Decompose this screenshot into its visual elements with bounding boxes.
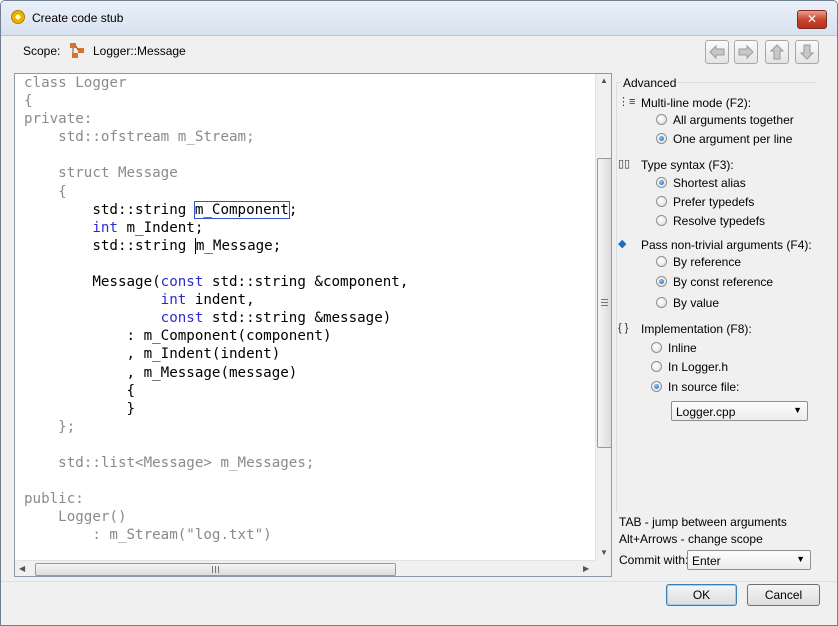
scope-bar: Scope: Logger::Message (1, 36, 837, 70)
radio-button[interactable] (656, 177, 667, 188)
commit-select[interactable]: Enter ▼ (687, 550, 811, 570)
app-gear-icon (11, 10, 25, 24)
code-line-ctor: Message(const std::string &component, (24, 274, 409, 291)
chevron-down-icon: ▼ (796, 554, 805, 564)
radio-button[interactable] (656, 133, 667, 144)
scope-up-button[interactable] (765, 40, 789, 64)
pass-arguments-label: Pass non-trivial arguments (F4): (641, 238, 812, 252)
radio-button[interactable] (656, 276, 667, 287)
scroll-left-arrow-icon[interactable]: ◀ (19, 564, 25, 573)
code-line: { (24, 93, 33, 110)
chevron-down-icon: ▼ (793, 405, 802, 415)
cancel-button[interactable]: Cancel (747, 584, 820, 606)
code-line: { (24, 382, 136, 399)
advanced-panel: Advanced ⋮≡ Multi-line mode (F2): All ar… (614, 73, 821, 575)
vertical-scrollbar[interactable]: ▲ ▼ (595, 74, 611, 560)
code-line: struct Message (24, 165, 178, 182)
braces-icon: { } (618, 322, 629, 334)
grip-icon (601, 299, 608, 306)
scrollbar-corner (595, 560, 611, 576)
radio-button[interactable] (651, 381, 662, 392)
code-line: { (24, 183, 67, 200)
code-line-message: std::string m_Message; (24, 237, 282, 254)
arrow-right-icon (738, 44, 754, 60)
radio-button[interactable] (656, 215, 667, 226)
scroll-right-arrow-icon[interactable]: ▶ (583, 564, 589, 573)
radio-button[interactable] (656, 256, 667, 267)
create-code-stub-dialog: Create code stub ✕ Scope: Logger::Messag… (0, 0, 838, 626)
footer-divider (1, 581, 837, 582)
scope-label: Scope: (23, 44, 61, 58)
code-line: , m_Message(message) (24, 364, 298, 381)
scope-left-button[interactable] (705, 40, 729, 64)
code-editor[interactable]: class Logger { private: std::ofstream m_… (14, 73, 612, 577)
code-line: } (24, 400, 136, 417)
hint-tab: TAB - jump between arguments (619, 515, 787, 529)
code-line: public: (24, 491, 84, 508)
code-line: : m_Component(component) (24, 328, 332, 345)
title-bar: Create code stub ✕ (1, 1, 837, 36)
source-file-select[interactable]: Logger.cpp ▼ (671, 401, 808, 421)
code-line: : m_Stream("log.txt") (24, 527, 272, 544)
arrow-up-icon (769, 44, 785, 60)
close-button[interactable]: ✕ (797, 10, 827, 29)
commit-label: Commit with: (619, 553, 689, 567)
code-line-ctor-arg2: int indent, (160, 292, 255, 309)
highlighted-argument[interactable]: m_Component (193, 200, 290, 219)
scope-down-button[interactable] (795, 40, 819, 64)
radio-button[interactable] (656, 196, 667, 207)
code-line-ctor-arg3: const std::string &message) (160, 310, 392, 327)
multiline-label: Multi-line mode (F2): (641, 96, 752, 110)
code-line-indent: int m_Indent; (92, 219, 204, 236)
text-caret (194, 237, 196, 254)
scroll-up-arrow-icon[interactable]: ▲ (600, 76, 608, 85)
arrow-down-icon (799, 44, 815, 60)
radio-button[interactable] (651, 342, 662, 353)
code-line: class Logger (24, 75, 127, 91)
ok-button[interactable]: OK (666, 584, 737, 606)
type-syntax-label: Type syntax (F3): (641, 158, 734, 172)
vertical-scroll-thumb[interactable] (597, 158, 611, 448)
arrow-left-icon (709, 44, 725, 60)
advanced-group-label: Advanced (621, 76, 679, 90)
implementation-label: Implementation (F8): (641, 322, 752, 336)
radio-button[interactable] (656, 297, 667, 308)
code-line: std::list<Message> m_Messages; (24, 454, 315, 471)
scope-value: Logger::Message (93, 44, 186, 58)
window-title: Create code stub (32, 11, 124, 25)
grip-icon (212, 566, 219, 573)
horizontal-scrollbar[interactable]: ◀ ▶ (15, 560, 595, 576)
code-line: Logger() (24, 509, 127, 526)
type-syntax-icon: ▯▯ (618, 158, 631, 170)
code-line: std::ofstream m_Stream; (24, 129, 255, 146)
code-line: , m_Indent(indent) (24, 346, 281, 363)
code-line: }; (24, 418, 76, 435)
radio-button[interactable] (651, 361, 662, 372)
horizontal-scroll-thumb[interactable] (35, 563, 396, 576)
radio-button[interactable] (656, 114, 667, 125)
multiline-icon: ⋮≡ (618, 96, 636, 108)
cube-icon: ◆ (618, 238, 627, 250)
group-divider (616, 82, 617, 512)
scope-right-button[interactable] (734, 40, 758, 64)
code-view[interactable]: class Logger { private: std::ofstream m_… (24, 74, 408, 544)
class-scope-icon (70, 43, 84, 58)
hint-alt-arrows: Alt+Arrows - change scope (619, 532, 763, 546)
code-line-component: std::string m_Component; (24, 200, 298, 219)
scroll-down-arrow-icon[interactable]: ▼ (600, 548, 608, 557)
code-line: private: (24, 111, 93, 128)
